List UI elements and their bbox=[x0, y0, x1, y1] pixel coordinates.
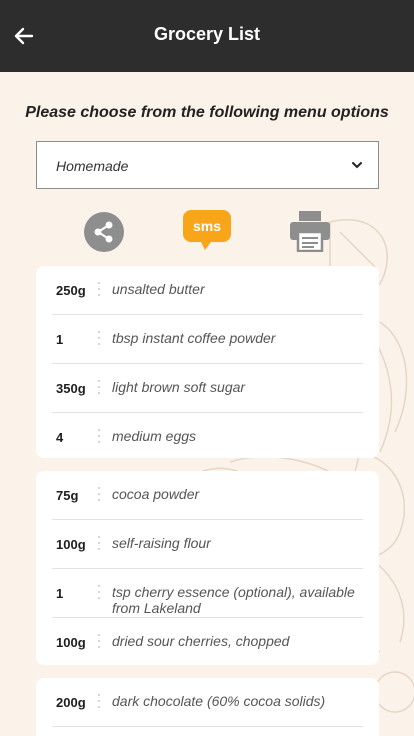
menu-prompt: Please choose from the following menu op… bbox=[25, 104, 389, 121]
ingredient-quantity: 100g bbox=[56, 537, 86, 552]
ingredient-row: 250g unsalted butter bbox=[52, 266, 363, 315]
ingredient-row: 1 tbsp instant coffee powder bbox=[52, 315, 363, 364]
ingredient-quantity: 200g bbox=[56, 695, 86, 710]
menu-select-value: Homemade bbox=[56, 158, 129, 174]
ingredient-description: self-raising flour bbox=[112, 535, 211, 551]
share-icon[interactable] bbox=[84, 212, 124, 252]
ingredient-card: 75g cocoa powder 100g self-raising flour… bbox=[36, 471, 379, 665]
ingredient-row: 100g dried sour cherries, chopped bbox=[52, 618, 363, 667]
ingredient-quantity: 350g bbox=[56, 381, 86, 396]
action-bar: sms bbox=[0, 210, 414, 254]
separator-dots bbox=[97, 536, 101, 552]
sms-label: sms bbox=[192, 218, 222, 234]
separator-dots bbox=[97, 429, 101, 445]
chevron-down-icon bbox=[352, 162, 362, 169]
ingredient-description: cocoa powder bbox=[112, 486, 200, 502]
ingredient-quantity: 1 bbox=[56, 332, 64, 347]
ingredient-row: 1 tsp cherry essence (optional), availab… bbox=[52, 569, 363, 618]
ingredient-row: 75g cocoa powder bbox=[52, 471, 363, 520]
ingredient-row: 200g dark chocolate (60% cocoa solids) bbox=[52, 678, 363, 727]
ingredient-row: 350g light brown soft sugar bbox=[52, 364, 363, 413]
ingredient-description: dried sour cherries, chopped bbox=[112, 633, 290, 649]
separator-dots bbox=[97, 331, 101, 347]
separator-dots bbox=[97, 282, 101, 298]
separator-dots bbox=[97, 380, 101, 396]
ingredient-quantity: 100g bbox=[56, 635, 86, 650]
row-divider bbox=[52, 726, 363, 727]
ingredient-row: 100g self-raising flour bbox=[52, 520, 363, 569]
ingredient-quantity: 75g bbox=[56, 488, 79, 503]
menu-select[interactable]: Homemade bbox=[36, 141, 379, 189]
ingredient-card: 200g dark chocolate (60% cocoa solids) bbox=[36, 678, 379, 736]
separator-dots bbox=[97, 585, 101, 601]
ingredient-description: light brown soft sugar bbox=[112, 379, 246, 395]
page-title: Grocery List bbox=[153, 24, 261, 44]
ingredient-description: unsalted butter bbox=[112, 281, 205, 297]
ingredient-row: 4 medium eggs bbox=[52, 413, 363, 462]
app-header: Grocery List bbox=[0, 0, 414, 72]
ingredient-description: tbsp instant coffee powder bbox=[112, 330, 276, 346]
ingredient-description: medium eggs bbox=[112, 428, 197, 444]
sms-button[interactable]: sms bbox=[183, 210, 231, 254]
separator-dots bbox=[97, 487, 101, 503]
separator-dots bbox=[97, 634, 101, 650]
separator-dots bbox=[97, 694, 101, 710]
ingredient-card: 250g unsalted butter 1 tbsp instant coff… bbox=[36, 266, 379, 458]
printer-icon[interactable] bbox=[289, 210, 331, 252]
ingredient-description: dark chocolate (60% cocoa solids) bbox=[112, 693, 326, 709]
ingredient-quantity: 1 bbox=[56, 586, 64, 601]
ingredient-quantity: 4 bbox=[56, 430, 64, 445]
ingredient-quantity: 250g bbox=[56, 283, 86, 298]
ingredient-description: tsp cherry essence (optional), available… bbox=[112, 584, 355, 616]
